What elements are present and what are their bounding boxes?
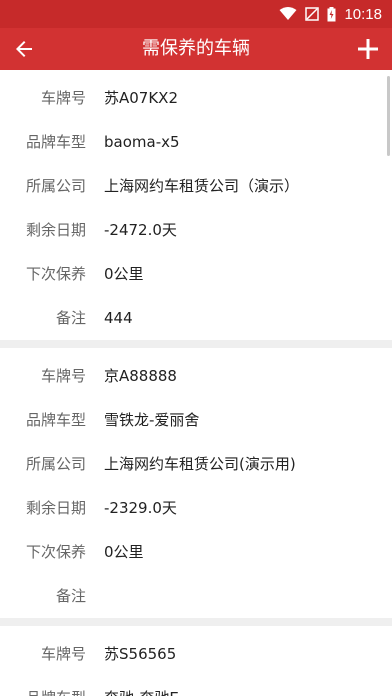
company-label: 所属公司 <box>25 177 86 195</box>
next-service-value: 0公里 <box>104 543 144 561</box>
model-row: 品牌车型 baoma-x5 <box>0 120 392 164</box>
model-value: 雪铁龙-爱丽舍 <box>104 411 200 429</box>
plate-value: 苏A07KX2 <box>104 89 179 107</box>
status-icons: 10:18 <box>279 4 382 24</box>
plate-row: 车牌号 京A88888 <box>0 354 392 398</box>
scrollbar[interactable] <box>387 76 390 156</box>
plate-value: 京A88888 <box>104 367 177 385</box>
card-divider <box>0 340 392 348</box>
days-label: 剩余日期 <box>25 221 86 239</box>
model-value: 奔驰-奔驰E <box>104 676 179 696</box>
signal-icon <box>305 7 320 21</box>
company-label: 所属公司 <box>25 455 86 473</box>
remark-value: 444 <box>104 309 133 327</box>
company-value: 上海网约车租赁公司(演示用) <box>104 455 296 473</box>
add-icon[interactable] <box>356 37 380 61</box>
days-row: 剩余日期 -2472.0天 <box>0 208 392 252</box>
model-row: 品牌车型 奔驰-奔驰E <box>0 676 392 696</box>
days-value: -2472.0天 <box>104 221 177 239</box>
days-label: 剩余日期 <box>25 499 86 517</box>
model-label: 品牌车型 <box>25 133 86 151</box>
company-row: 所属公司 上海网约车租赁公司(演示用) <box>0 442 392 486</box>
next-service-row: 下次保养 0公里 <box>0 530 392 574</box>
company-row: 所属公司 上海网约车租赁公司（演示） <box>0 164 392 208</box>
company-value: 上海网约车租赁公司（演示） <box>104 177 300 195</box>
vehicle-card[interactable]: 车牌号 京A88888 品牌车型 雪铁龙-爱丽舍 所属公司 上海网约车租赁公司(… <box>0 348 392 618</box>
vehicle-card[interactable]: 车牌号 苏A07KX2 品牌车型 baoma-x5 所属公司 上海网约车租赁公司… <box>0 70 392 340</box>
page-title: 需保养的车辆 <box>142 38 250 59</box>
battery-charging-icon <box>327 6 336 21</box>
next-service-label: 下次保养 <box>25 265 86 283</box>
plate-label: 车牌号 <box>40 89 86 107</box>
days-value: -2329.0天 <box>104 499 177 517</box>
plate-label: 车牌号 <box>40 645 86 663</box>
remark-label: 备注 <box>55 309 86 327</box>
model-value: baoma-x5 <box>104 133 180 151</box>
remark-label: 备注 <box>55 587 86 605</box>
vehicle-card[interactable]: 车牌号 苏S56565 品牌车型 奔驰-奔驰E <box>0 626 392 696</box>
next-service-label: 下次保养 <box>25 543 86 561</box>
status-bar: 10:18 <box>0 0 392 28</box>
plate-value: 苏S56565 <box>104 645 177 663</box>
app-bar: 需保养的车辆 <box>0 28 392 70</box>
next-service-value: 0公里 <box>104 265 144 283</box>
model-label: 品牌车型 <box>25 411 86 429</box>
card-divider <box>0 618 392 626</box>
plate-row: 车牌号 苏S56565 <box>0 632 392 676</box>
days-row: 剩余日期 -2329.0天 <box>0 486 392 530</box>
remark-row: 备注 <box>0 574 392 618</box>
back-arrow-icon[interactable] <box>12 37 36 61</box>
wifi-icon <box>279 7 297 20</box>
model-label: 品牌车型 <box>0 676 86 696</box>
remark-row: 备注 444 <box>0 296 392 340</box>
model-row: 品牌车型 雪铁龙-爱丽舍 <box>0 398 392 442</box>
next-service-row: 下次保养 0公里 <box>0 252 392 296</box>
plate-row: 车牌号 苏A07KX2 <box>0 76 392 120</box>
status-time: 10:18 <box>344 5 382 23</box>
vehicle-list[interactable]: 车牌号 苏A07KX2 品牌车型 baoma-x5 所属公司 上海网约车租赁公司… <box>0 70 392 696</box>
plate-label: 车牌号 <box>40 367 86 385</box>
